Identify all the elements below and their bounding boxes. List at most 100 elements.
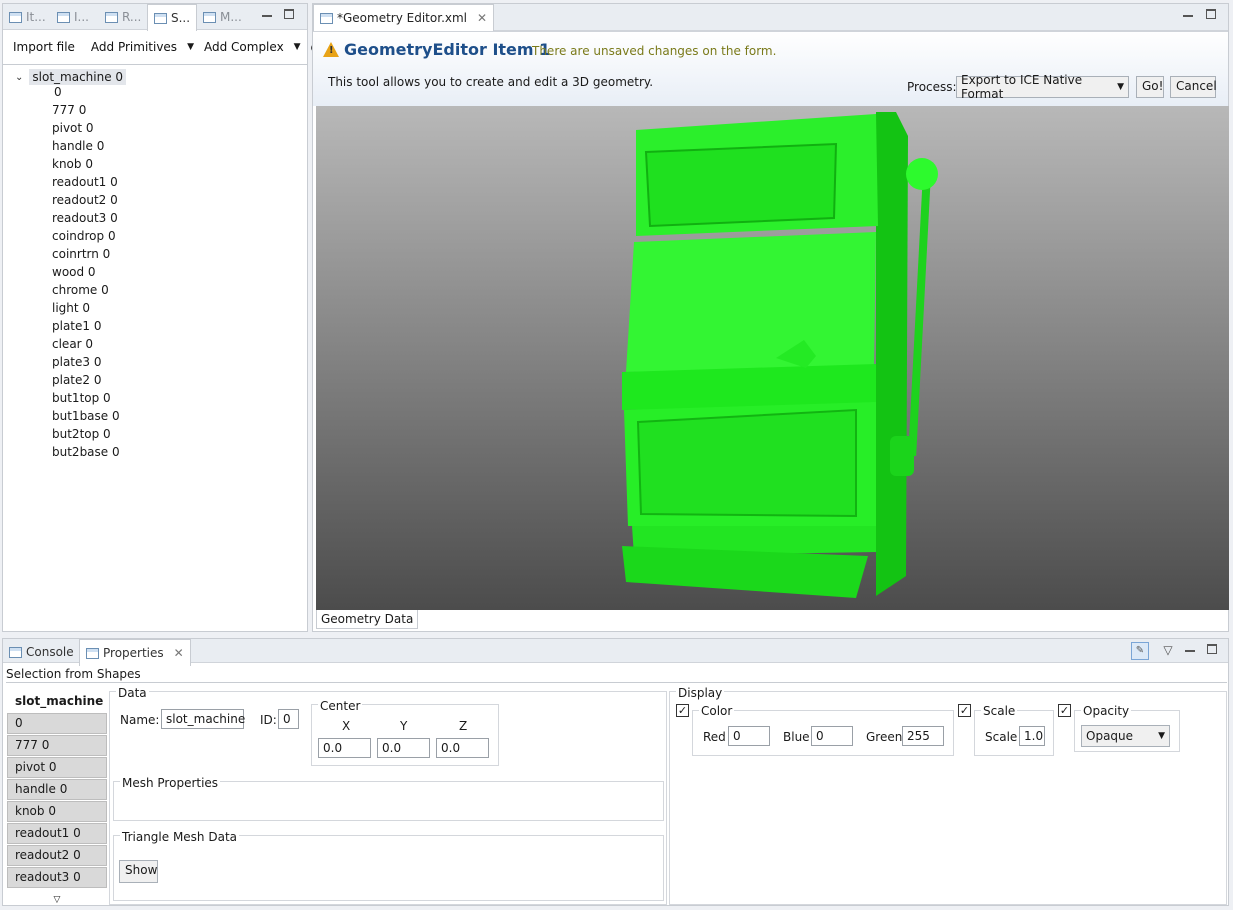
close-icon[interactable]: ✕ <box>174 646 184 660</box>
name-input[interactable]: slot_machine <box>161 709 245 729</box>
minimize-icon[interactable] <box>1183 644 1197 658</box>
selection-item[interactable]: 0 <box>7 713 107 734</box>
tree-item[interactable]: plate3 0 <box>52 355 101 369</box>
selection-item[interactable]: readout1 0 <box>7 823 107 844</box>
data-title: Data <box>116 686 149 700</box>
tree-item[interactable]: but1base 0 <box>52 409 120 423</box>
selection-item[interactable]: handle 0 <box>7 779 107 800</box>
tree-item[interactable]: readout3 0 <box>52 211 118 225</box>
tree-item[interactable]: readout2 0 <box>52 193 118 207</box>
selection-item[interactable]: readout2 0 <box>7 845 107 866</box>
show-button[interactable]: Show <box>119 860 158 883</box>
center-y-input[interactable]: 0.0 <box>377 738 430 758</box>
tree-item[interactable]: wood 0 <box>52 265 96 279</box>
add-primitives-button[interactable]: Add Primitives <box>91 40 183 54</box>
form-header: GeometryEditor Item 1 There are unsaved … <box>313 31 1228 106</box>
tree-item[interactable]: pivot 0 <box>52 121 94 135</box>
maximize-icon[interactable] <box>282 9 296 23</box>
selection-item[interactable]: readout3 0 <box>7 867 107 888</box>
tree-item[interactable]: but2top 0 <box>52 427 111 441</box>
tree-item[interactable]: clear 0 <box>52 337 93 351</box>
selection-item[interactable]: slot_machine 0 <box>7 691 107 712</box>
view-icon <box>57 11 70 23</box>
tab-shapes[interactable]: S... <box>147 4 198 31</box>
go-button[interactable]: Go! <box>1136 76 1164 98</box>
tab-m[interactable]: M... <box>197 4 248 30</box>
pin-icon[interactable]: ✎ <box>1131 642 1149 660</box>
shapes-view: It... I... R... S... M... Import file Ad… <box>2 3 321 632</box>
tab-properties[interactable]: Properties ✕ <box>79 639 191 666</box>
scale-group: Scale Scale 1.0 <box>974 704 1054 756</box>
opacity-select[interactable]: Opaque ▼ <box>1081 725 1170 747</box>
tab-geometry-editor[interactable]: *Geometry Editor.xml ✕ <box>313 4 495 31</box>
tab-r[interactable]: R... <box>99 4 147 30</box>
tab-geometry-data[interactable]: Geometry Data <box>316 610 419 629</box>
scale-label: Scale <box>985 730 1018 744</box>
green-input[interactable]: 255 <box>902 726 944 746</box>
opacity-checkbox[interactable]: ✓ <box>1058 704 1071 717</box>
display-group: Display ✓ Color Red 0 Blue 0 Green 255 ✓… <box>669 686 1227 905</box>
maximize-icon[interactable] <box>1205 644 1219 658</box>
tree-item[interactable]: chrome 0 <box>52 283 109 297</box>
process-select[interactable]: Export to ICE Native Format ▼ <box>956 73 1129 101</box>
3d-viewport[interactable] <box>316 106 1229 610</box>
import-file-button[interactable]: Import file <box>13 40 81 54</box>
selection-item[interactable]: 777 0 <box>7 735 107 756</box>
tree-item[interactable]: readout1 0 <box>52 175 118 189</box>
view-icon <box>105 11 118 23</box>
tree-root[interactable]: ⌄ slot_machine 0 <box>15 69 127 85</box>
center-x-input[interactable]: 0.0 <box>318 738 371 758</box>
process-label: Process: <box>907 80 957 94</box>
chevron-down-icon[interactable]: ⌄ <box>15 72 23 83</box>
close-icon[interactable]: ✕ <box>477 11 487 25</box>
mesh-properties-title: Mesh Properties <box>120 776 221 790</box>
opacity-group: Opacity Opaque ▼ <box>1074 704 1180 752</box>
minimize-icon[interactable] <box>260 9 274 23</box>
name-label: Name: <box>120 713 160 727</box>
opacity-title: Opacity <box>1081 704 1132 718</box>
dropdown-arrow-icon[interactable]: ▼ <box>187 42 194 52</box>
tree-item[interactable]: but2base 0 <box>52 445 120 459</box>
blue-input[interactable]: 0 <box>811 726 853 746</box>
maximize-icon[interactable] <box>1204 9 1218 23</box>
tree-item[interactable]: coinrtrn 0 <box>52 247 110 261</box>
bottom-tabbar: Console Properties ✕ ✎ ▽ <box>3 639 1228 666</box>
tree-item[interactable]: knob 0 <box>52 157 93 171</box>
id-input[interactable]: 0 <box>278 709 299 729</box>
tab-console[interactable]: Console <box>3 639 80 665</box>
green-label: Green <box>866 730 903 744</box>
tree-item[interactable]: but1top 0 <box>52 391 111 405</box>
view-menu-icon[interactable]: ▽ <box>1161 644 1175 658</box>
dropdown-arrow-icon[interactable]: ▼ <box>294 42 301 52</box>
center-title: Center <box>318 699 363 713</box>
chevron-down-icon: ▼ <box>1158 731 1165 741</box>
scroll-down-icon[interactable]: ▽ <box>7 895 107 907</box>
scale-checkbox[interactable]: ✓ <box>958 704 971 717</box>
triangle-mesh-title: Triangle Mesh Data <box>120 830 240 844</box>
minimize-icon[interactable] <box>1181 9 1195 23</box>
selection-item[interactable]: pivot 0 <box>7 757 107 778</box>
tree-item[interactable]: coindrop 0 <box>52 229 116 243</box>
tree-item[interactable]: light 0 <box>52 301 90 315</box>
color-checkbox[interactable]: ✓ <box>676 704 689 717</box>
add-complex-button[interactable]: Add Complex <box>204 40 290 54</box>
tab-i[interactable]: I... <box>51 4 95 30</box>
view-icon <box>203 11 216 23</box>
display-title: Display <box>676 686 725 700</box>
warning-icon <box>323 42 339 57</box>
tree-item[interactable]: handle 0 <box>52 139 104 153</box>
selection-item[interactable]: knob 0 <box>7 801 107 822</box>
scale-input[interactable]: 1.0 <box>1019 726 1045 746</box>
tree-item[interactable]: plate2 0 <box>52 373 101 387</box>
center-z-input[interactable]: 0.0 <box>436 738 489 758</box>
tab-item[interactable]: It... <box>3 4 52 30</box>
cancel-button[interactable]: Cancel <box>1170 76 1217 98</box>
red-input[interactable]: 0 <box>728 726 770 746</box>
tree-item[interactable]: 0 <box>54 85 62 99</box>
view-icon <box>9 11 22 23</box>
z-label: Z <box>459 719 468 733</box>
chevron-down-icon: ▼ <box>1117 82 1124 92</box>
tree-item[interactable]: 777 0 <box>52 103 86 117</box>
tree-item[interactable]: plate1 0 <box>52 319 101 333</box>
shapes-toolbar: Import file Add Primitives ▼ Add Complex… <box>3 30 321 64</box>
